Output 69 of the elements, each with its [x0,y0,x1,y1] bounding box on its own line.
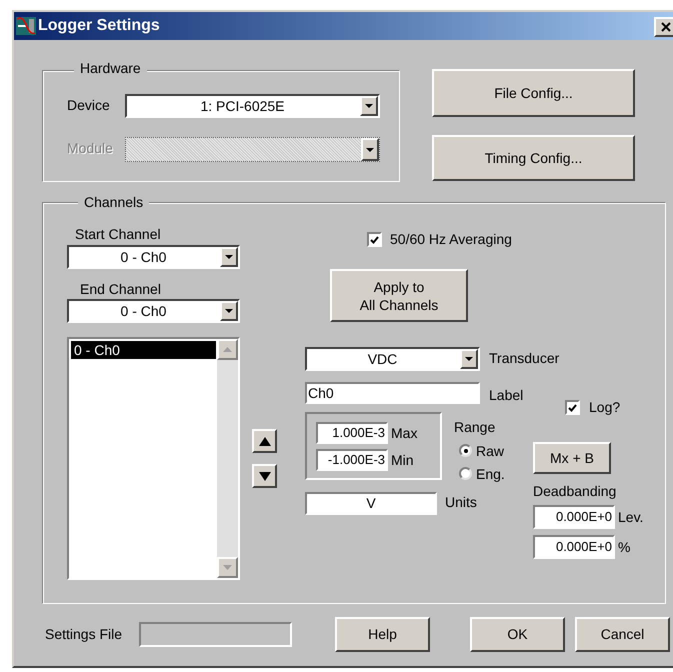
field-label: Settings File [45,625,122,643]
checkbox-label: Log? [589,398,620,416]
input-field[interactable]: 1.000E-3 [316,422,388,444]
checkmark-icon [568,404,577,412]
scroll-up-button[interactable] [217,339,238,360]
checkbox-label: 50/60 Hz Averaging [390,230,512,248]
mx-plus-b-button[interactable]: Mx + B [533,442,611,474]
dropdown-arrow-icon [365,104,373,108]
dropdown-value: 1: PCI-6025E [199,97,286,116]
field-label: Module [67,139,113,157]
field-label: End Channel [80,280,161,298]
move-up-button[interactable] [252,429,277,453]
up-triangle-icon [223,347,232,352]
dropdown[interactable]: 1: PCI-6025E [125,94,380,118]
dropdown[interactable]: 0 - Ch0 [67,245,240,269]
dropdown[interactable]: VDC [305,347,480,371]
input-field[interactable]: 0.000E+0 [533,535,615,559]
field-label: Deadbanding [533,482,616,500]
file-config-button[interactable]: File Config... [432,69,635,117]
apply-to-all-channels-button[interactable]: Apply to All Channels [330,269,468,322]
field-label: Device [67,96,110,114]
dropdown-arrow-icon [225,309,233,313]
ok-button[interactable]: OK [470,617,565,652]
input-field[interactable]: V [305,492,437,515]
checkbox[interactable] [367,232,382,247]
window-title: Logger Settings [38,16,160,36]
radio-button[interactable] [459,444,472,457]
dropdown-arrow-icon [225,255,233,259]
dropdown[interactable]: 0 - Ch0 [67,299,240,323]
dropdown-value: 0 - Ch0 [120,248,168,267]
checkmark-icon [370,236,379,244]
help-button[interactable]: Help [335,617,430,652]
dropdown-button[interactable] [220,247,238,267]
field-label: Label [489,386,524,404]
dropdown-value: VDC [366,350,398,369]
move-down-button[interactable] [252,464,277,488]
cancel-button[interactable]: Cancel [575,617,670,652]
input-field[interactable]: 0.000E+0 [533,505,615,529]
dropdown-button[interactable] [360,96,378,116]
field-label: Start Channel [75,225,161,243]
down-triangle-icon [223,565,232,570]
field-label: Max [391,424,418,442]
scroll-down-button[interactable] [217,557,238,578]
radio-button[interactable] [459,467,472,480]
close-icon [661,22,671,32]
field-label: Range [454,418,496,436]
close-button[interactable] [654,17,673,37]
field-label: Units [445,493,477,511]
radio-label: Eng. [476,465,505,483]
field-label: Min [391,451,414,469]
dropdown-value: 0 - Ch0 [120,302,168,321]
dropdown-button[interactable] [460,349,478,369]
field-label: Lev. [618,508,644,526]
timing-config-button[interactable]: Timing Config... [432,135,635,181]
input-field[interactable]: -1.000E-3 [316,449,388,471]
up-triangle-icon [258,436,270,446]
settings-file-field[interactable] [139,622,292,647]
down-triangle-icon [258,472,270,480]
app-icon [16,17,36,35]
dropdown-arrow-icon [465,357,473,361]
channel-listbox[interactable]: 0 - Ch0 [67,337,240,580]
field-label: Transducer [489,349,560,367]
list-item[interactable]: 0 - Ch0 [71,341,216,359]
field-label: % [618,538,630,556]
checkbox[interactable] [565,400,580,415]
input-field[interactable]: Ch0 [305,382,480,404]
radio-label: Raw [476,442,504,460]
dropdown-button[interactable] [220,301,238,321]
dropdown-arrow-icon [366,148,374,152]
